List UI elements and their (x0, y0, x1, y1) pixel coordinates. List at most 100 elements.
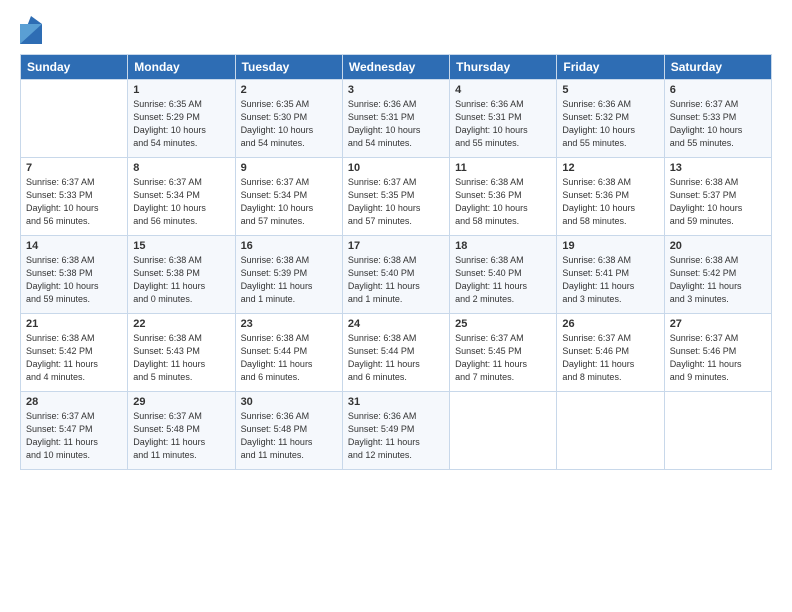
day-number: 2 (241, 84, 337, 96)
day-cell: 2Sunrise: 6:35 AMSunset: 5:30 PMDaylight… (235, 80, 342, 158)
day-number: 3 (348, 84, 444, 96)
day-info: Sunrise: 6:38 AMSunset: 5:44 PMDaylight:… (348, 332, 444, 384)
day-number: 12 (562, 162, 658, 174)
logo-icon (20, 16, 42, 44)
day-cell: 18 Sunrise: 6:38 AMSunset: 5:40 PMDayligh… (450, 236, 557, 314)
day-number: 31 (348, 396, 444, 408)
day-number: 28 (26, 396, 122, 408)
day-info: Sunrise: 6:36 AMSunset: 5:48 PMDaylight:… (241, 410, 337, 462)
day-cell: 29 Sunrise: 6:37 AMSunset: 5:48 PMDayligh… (128, 392, 235, 470)
day-number: 17 (348, 240, 444, 252)
day-number: 15 (133, 240, 229, 252)
day-info: Sunrise: 6:36 AMSunset: 5:31 PMDaylight:… (455, 98, 551, 150)
day-info: Sunrise: 6:38 AMSunset: 5:40 PMDaylight:… (455, 254, 551, 306)
day-number: 27 (670, 318, 766, 330)
col-header-wednesday: Wednesday (342, 55, 449, 80)
day-info: Sunrise: 6:37 AMSunset: 5:34 PMDaylight:… (241, 176, 337, 228)
day-number: 25 (455, 318, 551, 330)
day-cell (450, 392, 557, 470)
day-number: 8 (133, 162, 229, 174)
day-number: 6 (670, 84, 766, 96)
day-cell: 20Sunrise: 6:38 AMSunset: 5:42 PMDayligh… (664, 236, 771, 314)
day-info: Sunrise: 6:36 AMSunset: 5:49 PMDaylight:… (348, 410, 444, 462)
col-header-saturday: Saturday (664, 55, 771, 80)
day-number: 23 (241, 318, 337, 330)
day-number: 13 (670, 162, 766, 174)
day-number: 26 (562, 318, 658, 330)
day-cell: 23 Sunrise: 6:38 AMSunset: 5:44 PMDayligh… (235, 314, 342, 392)
day-number: 29 (133, 396, 229, 408)
day-info: Sunrise: 6:38 AMSunset: 5:42 PMDaylight:… (670, 254, 766, 306)
day-cell: 21 Sunrise: 6:38 AMSunset: 5:42 PMDayligh… (21, 314, 128, 392)
page: SundayMondayTuesdayWednesdayThursdayFrid… (0, 0, 792, 612)
day-cell: 25 Sunrise: 6:37 AMSunset: 5:45 PMDayligh… (450, 314, 557, 392)
col-header-tuesday: Tuesday (235, 55, 342, 80)
day-info: Sunrise: 6:38 AMSunset: 5:40 PMDaylight:… (348, 254, 444, 306)
week-row-5: 28 Sunrise: 6:37 AMSunset: 5:47 PMDayligh… (21, 392, 772, 470)
day-info: Sunrise: 6:38 AMSunset: 5:36 PMDaylight:… (562, 176, 658, 228)
week-row-4: 21 Sunrise: 6:38 AMSunset: 5:42 PMDayligh… (21, 314, 772, 392)
day-number: 9 (241, 162, 337, 174)
header-row: SundayMondayTuesdayWednesdayThursdayFrid… (21, 55, 772, 80)
day-cell: 8 Sunrise: 6:37 AMSunset: 5:34 PMDaylight… (128, 158, 235, 236)
day-number: 5 (562, 84, 658, 96)
day-cell: 1 Sunrise: 6:35 AMSunset: 5:29 PMDaylight… (128, 80, 235, 158)
day-number: 21 (26, 318, 122, 330)
day-cell: 4 Sunrise: 6:36 AMSunset: 5:31 PMDaylight… (450, 80, 557, 158)
day-info: Sunrise: 6:38 AMSunset: 5:38 PMDaylight:… (26, 254, 122, 306)
day-number: 24 (348, 318, 444, 330)
day-info: Sunrise: 6:37 AMSunset: 5:34 PMDaylight:… (133, 176, 229, 228)
day-number: 10 (348, 162, 444, 174)
day-cell: 17 Sunrise: 6:38 AMSunset: 5:40 PMDayligh… (342, 236, 449, 314)
day-number: 14 (26, 240, 122, 252)
header (20, 16, 772, 44)
day-cell: 3 Sunrise: 6:36 AMSunset: 5:31 PMDaylight… (342, 80, 449, 158)
day-number: 7 (26, 162, 122, 174)
day-info: Sunrise: 6:37 AMSunset: 5:35 PMDaylight:… (348, 176, 444, 228)
day-cell: 14 Sunrise: 6:38 AMSunset: 5:38 PMDayligh… (21, 236, 128, 314)
day-cell: 13Sunrise: 6:38 AMSunset: 5:37 PMDayligh… (664, 158, 771, 236)
day-cell: 31 Sunrise: 6:36 AMSunset: 5:49 PMDayligh… (342, 392, 449, 470)
day-info: Sunrise: 6:38 AMSunset: 5:41 PMDaylight:… (562, 254, 658, 306)
day-info: Sunrise: 6:36 AMSunset: 5:31 PMDaylight:… (348, 98, 444, 150)
day-number: 1 (133, 84, 229, 96)
day-number: 18 (455, 240, 551, 252)
day-cell: 24 Sunrise: 6:38 AMSunset: 5:44 PMDayligh… (342, 314, 449, 392)
day-info: Sunrise: 6:37 AMSunset: 5:45 PMDaylight:… (455, 332, 551, 384)
day-cell: 28 Sunrise: 6:37 AMSunset: 5:47 PMDayligh… (21, 392, 128, 470)
week-row-1: 1 Sunrise: 6:35 AMSunset: 5:29 PMDaylight… (21, 80, 772, 158)
day-cell: 16Sunrise: 6:38 AMSunset: 5:39 PMDayligh… (235, 236, 342, 314)
day-info: Sunrise: 6:38 AMSunset: 5:42 PMDaylight:… (26, 332, 122, 384)
day-cell: 6 Sunrise: 6:37 AMSunset: 5:33 PMDaylight… (664, 80, 771, 158)
col-header-friday: Friday (557, 55, 664, 80)
day-cell: 11 Sunrise: 6:38 AMSunset: 5:36 PMDayligh… (450, 158, 557, 236)
day-cell: 10 Sunrise: 6:37 AMSunset: 5:35 PMDayligh… (342, 158, 449, 236)
day-number: 4 (455, 84, 551, 96)
day-cell: 15Sunrise: 6:38 AMSunset: 5:38 PMDayligh… (128, 236, 235, 314)
day-info: Sunrise: 6:35 AMSunset: 5:29 PMDaylight:… (133, 98, 229, 150)
day-cell: 26 Sunrise: 6:37 AMSunset: 5:46 PMDayligh… (557, 314, 664, 392)
day-info: Sunrise: 6:37 AMSunset: 5:47 PMDaylight:… (26, 410, 122, 462)
col-header-sunday: Sunday (21, 55, 128, 80)
day-number: 22 (133, 318, 229, 330)
day-number: 11 (455, 162, 551, 174)
day-cell: 5Sunrise: 6:36 AMSunset: 5:32 PMDaylight… (557, 80, 664, 158)
day-cell: 9 Sunrise: 6:37 AMSunset: 5:34 PMDaylight… (235, 158, 342, 236)
day-info: Sunrise: 6:37 AMSunset: 5:46 PMDaylight:… (562, 332, 658, 384)
day-cell (557, 392, 664, 470)
day-info: Sunrise: 6:38 AMSunset: 5:43 PMDaylight:… (133, 332, 229, 384)
day-number: 30 (241, 396, 337, 408)
calendar-table: SundayMondayTuesdayWednesdayThursdayFrid… (20, 54, 772, 470)
day-info: Sunrise: 6:38 AMSunset: 5:39 PMDaylight:… (241, 254, 337, 306)
day-cell: 22 Sunrise: 6:38 AMSunset: 5:43 PMDayligh… (128, 314, 235, 392)
day-info: Sunrise: 6:38 AMSunset: 5:44 PMDaylight:… (241, 332, 337, 384)
day-info: Sunrise: 6:37 AMSunset: 5:33 PMDaylight:… (670, 98, 766, 150)
logo (20, 16, 46, 44)
day-info: Sunrise: 6:37 AMSunset: 5:46 PMDaylight:… (670, 332, 766, 384)
day-cell: 27 Sunrise: 6:37 AMSunset: 5:46 PMDayligh… (664, 314, 771, 392)
day-info: Sunrise: 6:37 AMSunset: 5:48 PMDaylight:… (133, 410, 229, 462)
day-info: Sunrise: 6:38 AMSunset: 5:36 PMDaylight:… (455, 176, 551, 228)
day-cell: 19Sunrise: 6:38 AMSunset: 5:41 PMDayligh… (557, 236, 664, 314)
day-cell (21, 80, 128, 158)
day-cell: 30 Sunrise: 6:36 AMSunset: 5:48 PMDayligh… (235, 392, 342, 470)
